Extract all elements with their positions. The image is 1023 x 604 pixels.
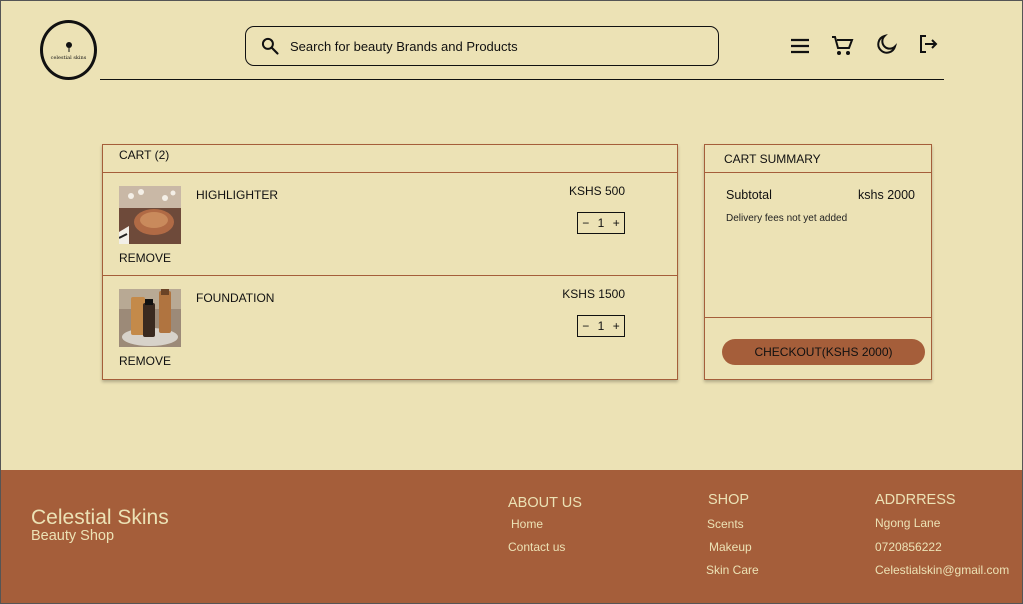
remove-button[interactable]: REMOVE bbox=[119, 251, 171, 265]
decrease-button[interactable]: − bbox=[582, 319, 589, 333]
address-street: Ngong Lane bbox=[875, 516, 941, 530]
summary-divider bbox=[705, 317, 931, 318]
footer-link-makeup[interactable]: Makeup bbox=[709, 540, 752, 554]
shop-heading: SHOP bbox=[708, 492, 750, 508]
footer-link-scents[interactable]: Scents bbox=[707, 517, 744, 531]
about-heading: ABOUT US bbox=[508, 495, 582, 511]
cart-summary-panel: CART SUMMARY Subtotal kshs 2000 Delivery… bbox=[704, 144, 932, 380]
logo-mark-icon bbox=[65, 41, 72, 52]
delivery-note: Delivery fees not yet added bbox=[726, 213, 848, 224]
search-input[interactable] bbox=[290, 38, 690, 54]
product-price: KSHS 1500 bbox=[562, 287, 625, 301]
footer-link-home[interactable]: Home bbox=[511, 517, 543, 531]
address-phone: 0720856222 bbox=[875, 540, 942, 554]
summary-title: CART SUMMARY bbox=[705, 145, 931, 173]
quantity-value: 1 bbox=[597, 319, 605, 333]
menu-icon[interactable] bbox=[788, 34, 812, 58]
increase-button[interactable]: + bbox=[613, 216, 620, 230]
moon-icon[interactable] bbox=[875, 32, 899, 56]
cart-item: FOUNDATION KSHS 1500 − 1 + REMOVE bbox=[103, 276, 677, 379]
address-heading: ADDRRESS bbox=[875, 492, 956, 508]
search-icon bbox=[261, 37, 279, 55]
quantity-stepper: − 1 + bbox=[577, 212, 625, 234]
search-bar[interactable] bbox=[245, 26, 719, 66]
footer-link-skin-care[interactable]: Skin Care bbox=[706, 563, 759, 577]
product-name: FOUNDATION bbox=[196, 291, 275, 305]
quantity-value: 1 bbox=[597, 216, 605, 230]
header-divider bbox=[100, 79, 944, 80]
footer-brand: Celestial Skins bbox=[31, 506, 169, 529]
checkout-button[interactable]: CHECKOUT(KSHS 2000) bbox=[722, 339, 925, 365]
logout-icon[interactable] bbox=[916, 32, 940, 56]
subtotal-row: Subtotal kshs 2000 bbox=[726, 188, 915, 202]
logo[interactable]: celestial skins bbox=[40, 20, 97, 80]
footer: Celestial Skins Beauty Shop ABOUT US Hom… bbox=[0, 470, 1023, 604]
address-email[interactable]: Celestialskin@gmail.com bbox=[875, 563, 1009, 577]
product-price: KSHS 500 bbox=[568, 184, 625, 198]
cart-item: HIGHLIGHTER KSHS 500 − 1 + REMOVE bbox=[103, 173, 677, 276]
footer-link-contact[interactable]: Contact us bbox=[508, 540, 565, 554]
product-name: HIGHLIGHTER bbox=[196, 188, 279, 202]
subtotal-label: Subtotal bbox=[726, 188, 772, 202]
decrease-button[interactable]: − bbox=[582, 216, 589, 230]
footer-brand-subtitle: Beauty Shop bbox=[31, 528, 115, 544]
product-image-foundation bbox=[119, 289, 181, 347]
remove-button[interactable]: REMOVE bbox=[119, 354, 171, 368]
cart-icon[interactable] bbox=[830, 34, 854, 58]
product-image-highlighter bbox=[119, 186, 181, 244]
cart-title: CART (2) bbox=[103, 145, 677, 173]
logo-text: celestial skins bbox=[50, 54, 87, 61]
subtotal-value: kshs 2000 bbox=[858, 188, 915, 202]
quantity-stepper: − 1 + bbox=[577, 315, 625, 337]
increase-button[interactable]: + bbox=[613, 319, 620, 333]
cart-panel: CART (2) HIGHLIGHTER KSHS 500 − 1 + REMO… bbox=[102, 144, 678, 380]
